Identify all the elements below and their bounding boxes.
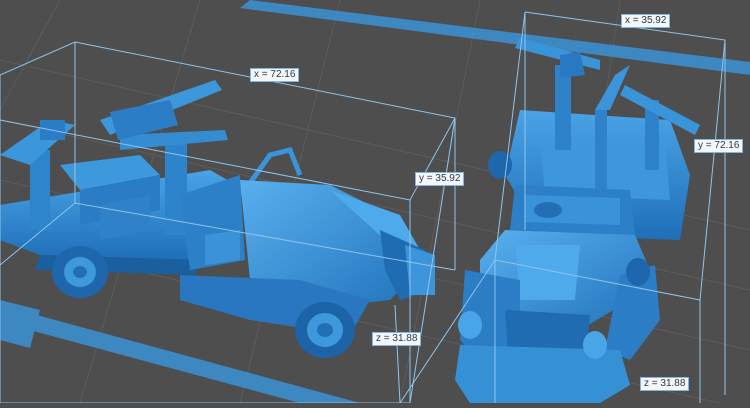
truck-right-z-dimension: z = 31.88 — [640, 377, 690, 391]
truck-left-model — [0, 80, 435, 358]
truck-right-y-dimension: y = 72.16 — [694, 139, 744, 153]
truck-right-x-dimension: x = 35.92 — [621, 14, 671, 28]
3d-viewport[interactable]: x = 72.16 y = 35.92 z = 31.88 x = 35.92 … — [0, 0, 750, 408]
truck-left-x-dimension: x = 72.16 — [250, 68, 300, 82]
truck-left-y-dimension: y = 35.92 — [415, 172, 465, 186]
truck-left-z-dimension: z = 31.88 — [372, 332, 422, 346]
truck-right-model — [455, 38, 700, 403]
